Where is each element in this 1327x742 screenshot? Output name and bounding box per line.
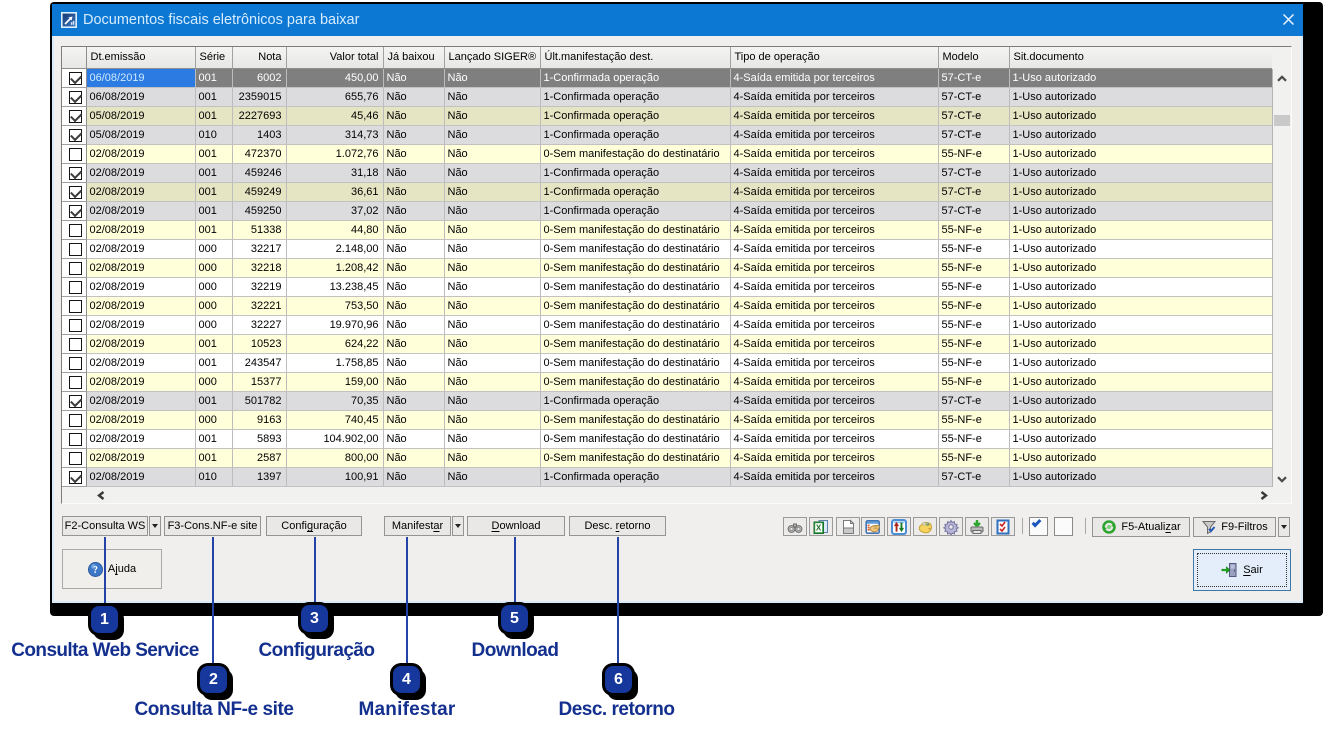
- svg-text:?: ?: [93, 565, 98, 576]
- svg-text:X: X: [816, 523, 822, 532]
